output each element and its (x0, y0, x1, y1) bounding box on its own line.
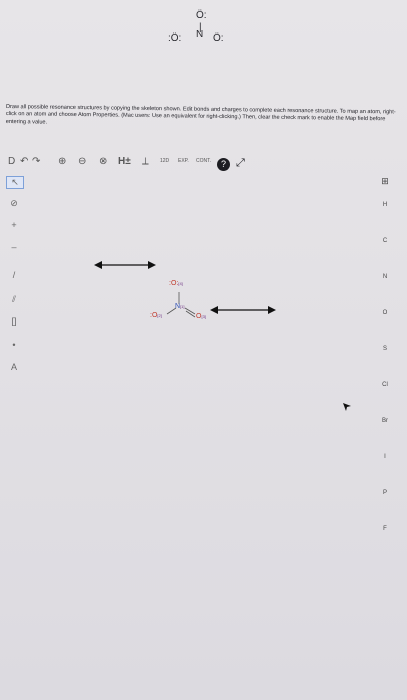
nitrogen: N (196, 29, 204, 40)
atom-p[interactable]: P (372, 490, 398, 496)
atom-cl[interactable]: Cl (372, 382, 398, 388)
atom-o[interactable]: O (372, 310, 398, 316)
atom-h[interactable]: H (372, 202, 398, 208)
atom-c[interactable]: C (372, 238, 398, 244)
molecule-top-oxygen[interactable]: :O:[4] (169, 280, 183, 287)
bracket-tool-icon[interactable]: [] (6, 316, 22, 326)
bond-n-right-o-double[interactable] (185, 310, 196, 318)
periodic-table-icon[interactable]: ⊞ (372, 176, 398, 187)
clear-icon[interactable]: ⊗ (99, 156, 107, 167)
new-document-icon[interactable]: D (8, 156, 15, 167)
lone-pair-tool-icon[interactable]: • (6, 340, 22, 350)
template-cont[interactable]: CONT. (196, 158, 211, 164)
molecule-right-oxygen[interactable]: O[3] (196, 313, 206, 320)
atom-s[interactable]: S (372, 346, 398, 352)
editor-toolbar: D ↶ ↷ ⊕ ⊖ ⊗ H± ⟂ 12D EXP. CONT. (6, 154, 401, 172)
multiple-bond-tool-icon[interactable]: ⫽ (6, 294, 22, 305)
left-resonance-arrow (94, 261, 156, 269)
right-resonance-arrow (210, 306, 276, 314)
atom-br[interactable]: Br (372, 418, 398, 424)
expand-icon[interactable]: ⤢ (236, 157, 245, 170)
help-icon[interactable]: ? (217, 158, 230, 171)
drawing-canvas[interactable]: :O:[4] N[1] :O[2] O[3] (24, 176, 370, 676)
template-12d[interactable]: 12D (160, 158, 169, 164)
mouse-cursor-icon (343, 403, 351, 411)
positive-charge-tool-icon[interactable]: + (6, 220, 22, 230)
molecule-nitrogen[interactable]: N[1] (175, 303, 185, 310)
atom-palette: ⊞ H C N O S Cl Br I P F (372, 176, 398, 676)
instructions-text: Draw all possible resonance structures b… (5, 104, 396, 126)
left-tool-panel: ↖ ⊘ + – / ⫽ [] • A (6, 176, 24, 676)
single-bond-tool-icon[interactable]: / (6, 270, 22, 280)
atom-label-tool-icon[interactable]: A (6, 362, 22, 372)
top-oxygen: Ö: (196, 10, 207, 21)
select-tool-icon[interactable]: ↖ (6, 176, 24, 189)
atom-n[interactable]: N (372, 274, 398, 280)
eraser-tool-icon[interactable]: ⊘ (6, 198, 22, 209)
atom-f[interactable]: F (372, 526, 398, 532)
right-oxygen: Ö: (213, 33, 224, 44)
h-plus-button[interactable]: H± (118, 156, 131, 167)
negative-charge-tool-icon[interactable]: – (6, 242, 22, 252)
redo-icon[interactable]: ↷ (32, 156, 40, 167)
template-icon[interactable]: ⟂ (142, 156, 149, 167)
zoom-in-icon[interactable]: ⊕ (58, 156, 66, 167)
atom-i[interactable]: I (372, 454, 398, 460)
molecule-left-oxygen[interactable]: :O[2] (150, 312, 162, 319)
zoom-out-icon[interactable]: ⊖ (78, 156, 86, 167)
left-oxygen: :Ö: (168, 33, 182, 44)
template-exp[interactable]: EXP. (178, 158, 189, 164)
undo-icon[interactable]: ↶ (20, 156, 28, 167)
